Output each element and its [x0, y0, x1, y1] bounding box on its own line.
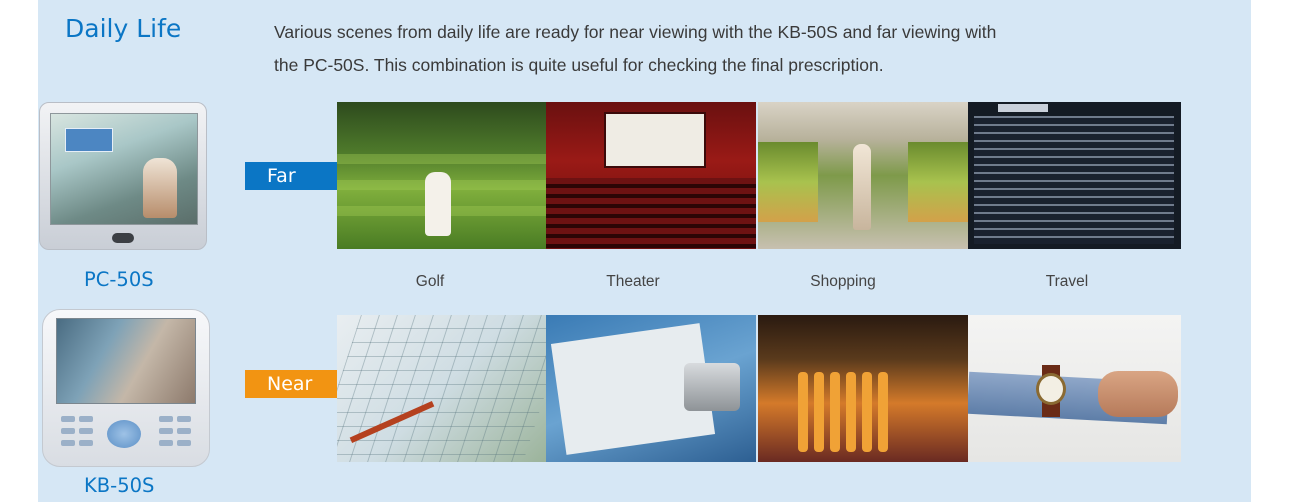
hand	[1098, 371, 1178, 417]
cinema-screen	[604, 112, 706, 168]
caption-shopping: Shopping	[810, 273, 876, 290]
caption-theater: Theater	[606, 273, 660, 290]
departures-heading	[998, 104, 1048, 112]
pc-50s-label: PC-50S	[84, 268, 154, 291]
section-title: Daily Life	[65, 14, 182, 43]
scorecard-photo	[337, 315, 547, 462]
description-line-1: Various scenes from daily life are ready…	[274, 22, 997, 42]
far-tag: Far	[245, 162, 337, 190]
pc-50s-sensor	[112, 233, 134, 243]
section-description: Various scenes from daily life are ready…	[274, 16, 1234, 82]
produce-photo	[758, 315, 968, 462]
reception-sign	[65, 128, 113, 152]
travel-photo	[968, 102, 1181, 249]
binder-clip	[684, 363, 740, 411]
theater-photo	[546, 102, 756, 249]
pc-50s-device-image	[39, 102, 207, 250]
shopper-figure	[853, 144, 871, 230]
golf-photo	[337, 102, 547, 249]
pc-50s-screen	[50, 113, 198, 225]
kb-50s-screen	[56, 318, 196, 404]
caption-golf: Golf	[415, 273, 445, 290]
seated-person-figure	[143, 158, 177, 218]
kb-50s-dial	[107, 420, 141, 448]
theater-seats	[546, 178, 756, 249]
departures-board	[974, 116, 1174, 244]
description-line-2: the PC-50S. This combination is quite us…	[274, 55, 884, 75]
ticket-photo	[546, 315, 756, 462]
watch-face	[1036, 373, 1066, 405]
kb-50s-label: KB-50S	[84, 474, 155, 497]
near-tag: Near	[245, 370, 337, 398]
caption-travel: Travel	[1045, 273, 1089, 290]
shopping-photo	[758, 102, 968, 249]
kb-50s-device-image	[42, 309, 210, 467]
wristwatch-photo	[968, 315, 1181, 462]
golfer-figure	[425, 172, 451, 236]
